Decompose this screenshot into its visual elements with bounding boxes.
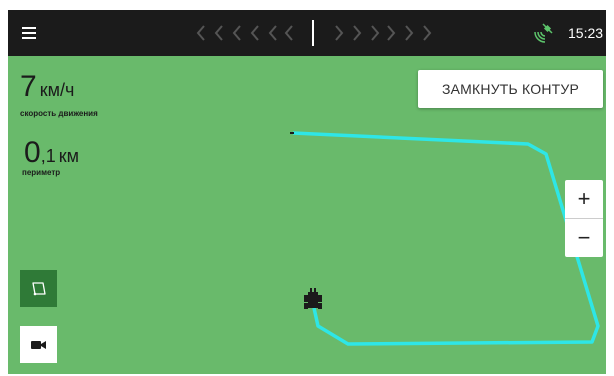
chevrons-left-icon [196, 25, 293, 41]
menu-icon[interactable] [22, 24, 40, 42]
guidance-lightbar [196, 20, 432, 46]
video-camera-icon [30, 340, 46, 349]
field-boundary-button[interactable] [20, 270, 57, 307]
clock-time: 15:23 [568, 25, 604, 41]
perimeter-integer: 0 [24, 136, 41, 169]
camera-button[interactable] [20, 326, 57, 363]
perimeter-label: периметр [22, 168, 61, 177]
zoom-out-button[interactable]: − [565, 219, 603, 257]
chevrons-right-icon [335, 25, 432, 41]
app-screen: 15:23 7 км/ч скорость движения 0,1 км пери… [8, 10, 606, 374]
speed-number: 7 [20, 70, 37, 103]
track-line [292, 131, 600, 346]
field-map[interactable]: 7 км/ч скорость движения 0,1 км периметр З… [8, 56, 606, 374]
zoom-in-button[interactable]: + [565, 180, 603, 218]
perimeter-value: 0,1 км [24, 138, 79, 168]
perimeter-unit: км [58, 146, 79, 166]
speed-label: скорость движения [20, 109, 98, 118]
tractor-icon [304, 288, 322, 309]
field-boundary-icon [31, 281, 46, 295]
satellite-signal-icon [534, 23, 553, 43]
speed-unit: км/ч [39, 80, 75, 100]
perimeter-decimal: ,1 [40, 146, 56, 166]
close-contour-button[interactable]: ЗАМКНУТЬ КОНТУР [418, 70, 603, 108]
top-status-bar: 15:23 [8, 10, 606, 56]
speed-value: 7 км/ч [20, 72, 74, 102]
